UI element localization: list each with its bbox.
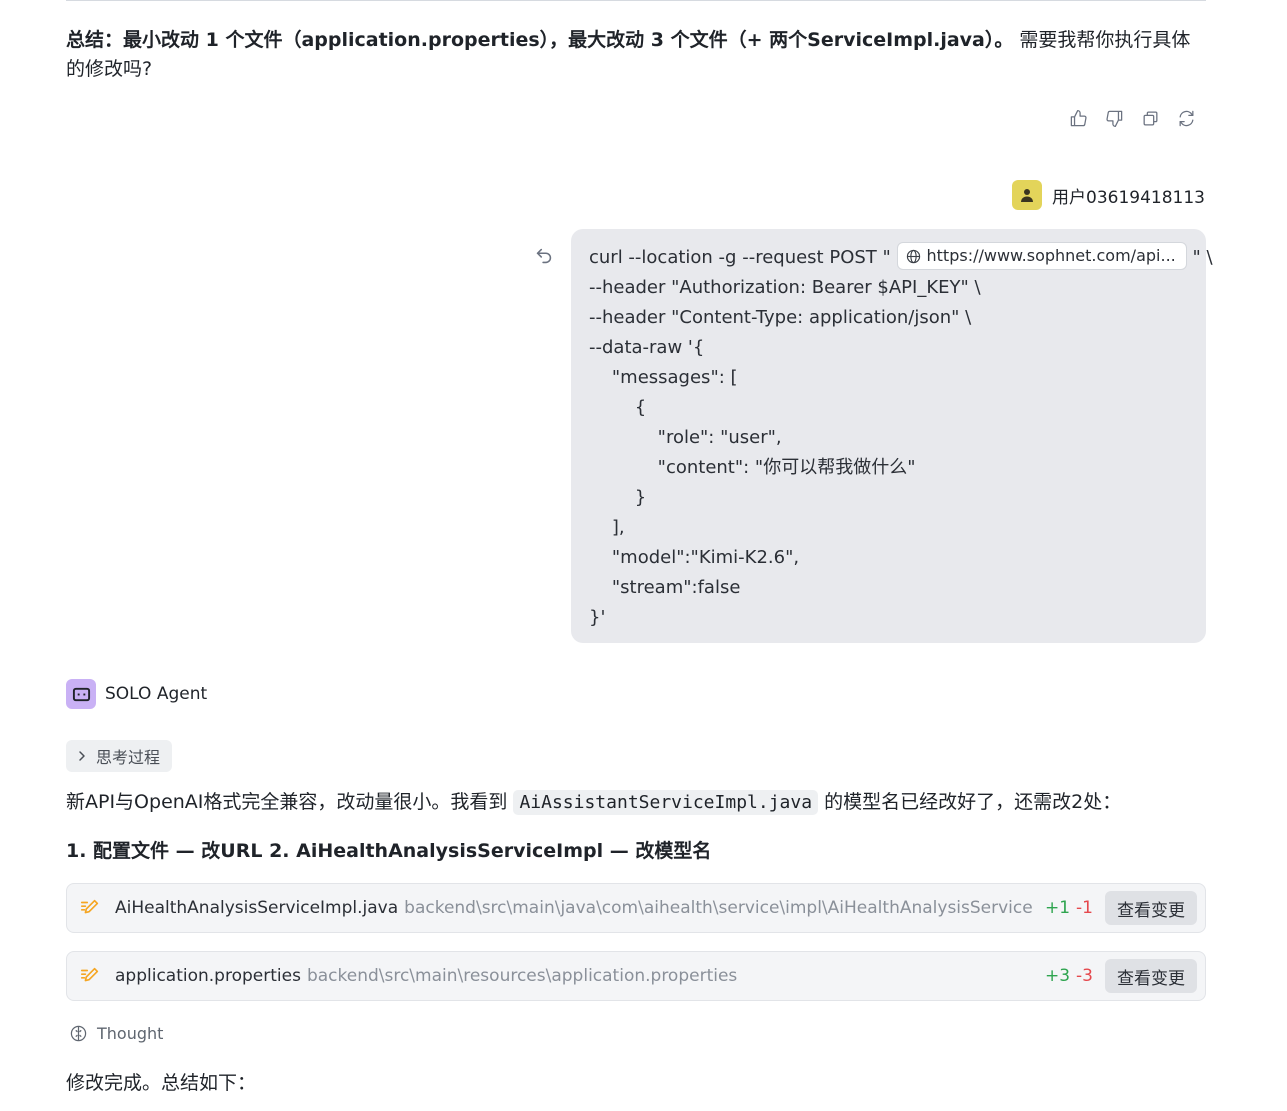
message-line: "stream":false (589, 577, 741, 598)
message-line: curl --location -g --request POST " http… (589, 242, 1213, 273)
message-text: " \ (1192, 247, 1213, 268)
lines-removed: -3 (1076, 966, 1093, 986)
summary-bold: 总结：最小改动 1 个文件（application.properties），最大… (66, 29, 1014, 51)
copy-icon[interactable] (1138, 106, 1162, 130)
agent-header: SOLO Agent (66, 679, 207, 709)
message-line: }' (589, 607, 606, 628)
agent-logo (66, 679, 96, 709)
file-path: backend\src\main\java\com\aihealth\servi… (404, 898, 1033, 918)
view-changes-button[interactable]: 查看变更 (1105, 891, 1197, 925)
top-divider (66, 0, 1206, 1)
inline-code: AiAssistantServiceImpl.java (513, 790, 819, 815)
thinking-process-toggle[interactable]: 思考过程 (66, 740, 173, 772)
user-name: 用户03619418113 (1052, 187, 1205, 208)
file-name: AiHealthAnalysisServiceImpl.java (115, 898, 399, 918)
file-change-card[interactable]: application.properties backend\src\main\… (66, 951, 1206, 1001)
avatar (1012, 180, 1043, 210)
robot-icon (72, 687, 90, 701)
thought-toggle[interactable]: Thought (70, 1024, 163, 1043)
agent-name: SOLO Agent (105, 684, 208, 704)
message-line: ], (589, 517, 625, 538)
message-text: curl --location -g --request POST " (589, 247, 891, 268)
globe-icon (906, 249, 920, 263)
user-message-bubble: curl --location -g --request POST " http… (571, 229, 1213, 643)
message-line: "role": "user", (589, 427, 782, 448)
message-line: { (589, 397, 647, 418)
thought-label: Thought (97, 1024, 164, 1043)
chevron-right-icon (79, 751, 85, 761)
user-header: 用户03619418113 (1012, 180, 1205, 210)
url-text: https://www.sophnet.com/api... (926, 246, 1176, 265)
message-line: "model":"Kimi-K2.6", (589, 547, 800, 568)
url-link-chip[interactable]: https://www.sophnet.com/api... (896, 242, 1187, 270)
message-line: "content": "你可以帮我做什么" (589, 457, 916, 478)
final-text: 修改完成。总结如下： (66, 1072, 257, 1094)
thumbs-down-icon[interactable] (1102, 106, 1126, 130)
message-line: "messages": [ (589, 367, 738, 388)
message-line: --data-raw '{ (589, 337, 705, 358)
message-line: } (589, 487, 647, 508)
lines-added: +1 (1044, 898, 1071, 918)
paragraph-text: 的模型名已经改好了，还需改2处： (818, 791, 1122, 813)
file-name: application.properties (115, 966, 301, 986)
agent-heading: 1. 配置文件 — 改URL 2. AiHealthAnalysisServic… (66, 840, 712, 862)
file-change-card[interactable]: AiHealthAnalysisServiceImpl.java backend… (66, 883, 1206, 933)
paragraph-text: 新API与OpenAI格式完全兼容，改动量很小。我看到 (66, 791, 514, 813)
summary-text: 总结：最小改动 1 个文件（application.properties），最大… (66, 26, 1206, 84)
user-icon (1021, 189, 1034, 202)
thinking-label: 思考过程 (96, 748, 161, 767)
message-actions (1066, 106, 1198, 130)
undo-icon[interactable] (533, 245, 555, 267)
message-line: --header "Content-Type: application/json… (589, 307, 972, 328)
file-path: backend\src\main\resources\application.p… (306, 966, 738, 986)
refresh-icon[interactable] (1174, 106, 1198, 130)
view-changes-button[interactable]: 查看变更 (1105, 959, 1197, 993)
thumbs-up-icon[interactable] (1066, 106, 1090, 130)
lines-removed: -1 (1076, 898, 1093, 918)
brain-icon (70, 1025, 87, 1042)
message-line: --header "Authorization: Bearer $API_KEY… (589, 277, 981, 298)
agent-paragraph: 新API与OpenAI格式完全兼容，改动量很小。我看到 AiAssistantS… (66, 786, 1121, 819)
lines-added: +3 (1044, 966, 1071, 986)
edit-file-icon (80, 899, 99, 914)
edit-file-icon (80, 967, 99, 982)
